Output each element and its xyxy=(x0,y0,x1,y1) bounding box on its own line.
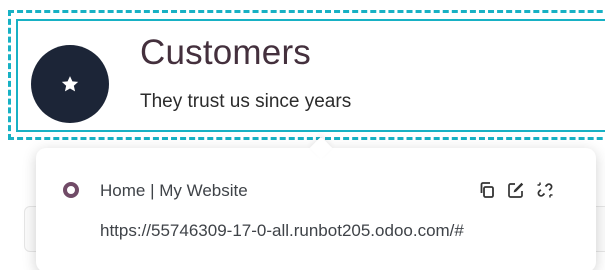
link-url[interactable]: https://55746309-17-0-all.runbot205.odoo… xyxy=(100,221,464,241)
link-page-title[interactable]: Home | My Website xyxy=(100,181,248,201)
snippet-heading[interactable]: Customers xyxy=(140,33,311,73)
edit-icon xyxy=(507,181,525,199)
copy-link-button[interactable] xyxy=(476,179,498,201)
popover-arrow xyxy=(309,136,333,160)
link-popover: Home | My Website https://55746309-17-0-… xyxy=(36,136,596,270)
star-icon xyxy=(60,74,80,94)
editor-canvas: Customers They trust us since years Home… xyxy=(0,0,605,270)
page-circle-icon xyxy=(63,182,79,198)
link-actions xyxy=(476,179,556,201)
remove-link-button[interactable] xyxy=(534,179,556,201)
unlink-icon xyxy=(536,181,554,199)
customers-snippet[interactable]: Customers They trust us since years xyxy=(18,21,605,130)
snippet-subheading[interactable]: They trust us since years xyxy=(140,91,351,113)
edit-link-button[interactable] xyxy=(505,179,527,201)
star-badge xyxy=(31,45,109,123)
copy-icon xyxy=(478,181,496,199)
